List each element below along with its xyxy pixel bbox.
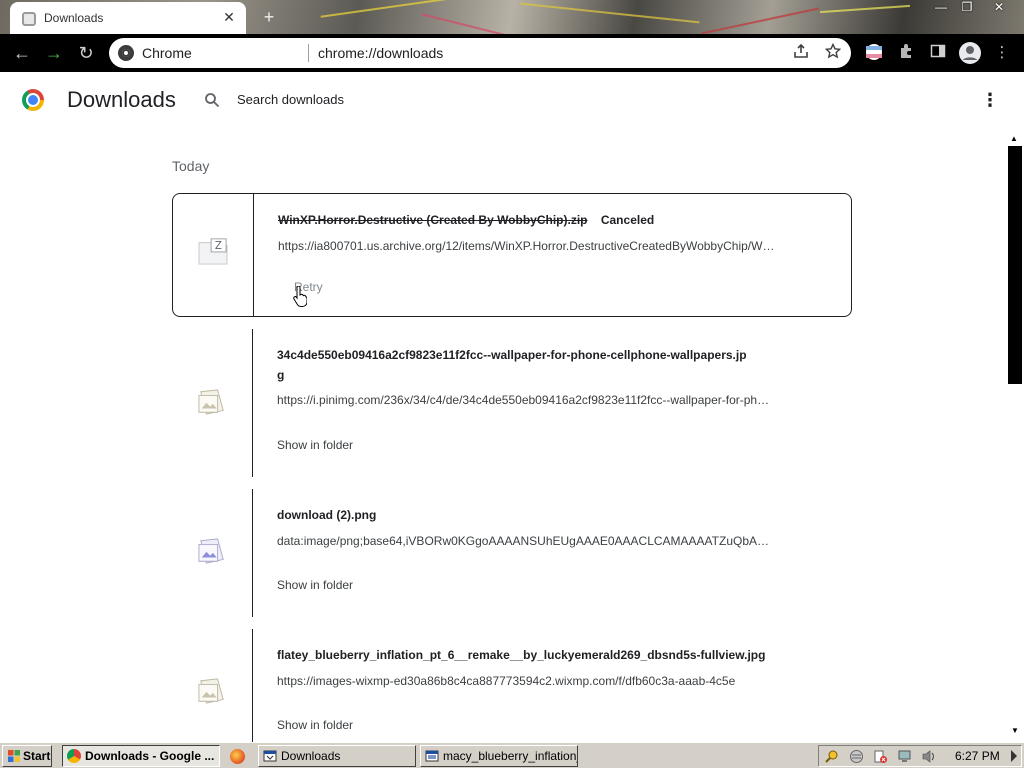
item-divider [252, 629, 253, 742]
zip-file-icon: Z [198, 238, 228, 265]
download-filename[interactable]: download (2).png [277, 505, 777, 525]
image-file-icon [198, 538, 224, 564]
minimize-button[interactable]: — [928, 0, 954, 16]
forward-button[interactable]: → [41, 40, 67, 66]
image-viewer-icon [425, 750, 439, 762]
taskbar-button-label: Downloads [281, 749, 341, 763]
windows-flag-icon [8, 750, 20, 762]
taskbar-button-label: macy_blueberry_inflation_... [443, 749, 577, 763]
download-url[interactable]: https://i.pinimg.com/236x/34/c4/de/34c4d… [277, 393, 775, 407]
filename-line-2[interactable]: g [277, 365, 777, 385]
desktop-toggle-icon[interactable] [1006, 749, 1021, 764]
extensions-puzzle-icon[interactable] [896, 43, 916, 63]
tab-downloads[interactable]: Downloads ✕ [10, 2, 246, 34]
page-title: Downloads [67, 87, 176, 112]
item-divider [252, 489, 253, 617]
address-bar[interactable]: Chrome chrome://downloads [109, 38, 851, 68]
search-tray-icon[interactable] [824, 749, 839, 764]
show-in-folder-link[interactable]: Show in folder [277, 438, 353, 452]
url-text[interactable]: chrome://downloads [318, 45, 443, 61]
download-filename[interactable]: flatey_blueberry_inflation_pt_6__remake_… [277, 645, 797, 665]
taskbar: Start Downloads - Google ... Downloads m… [0, 742, 1024, 768]
taskbar-image-viewer[interactable]: macy_blueberry_inflation_... [420, 745, 578, 767]
extension-flag-icon[interactable] [864, 43, 884, 63]
browser-toolbar: ← → ↻ Chrome chrome://downloads ⋮ [0, 34, 1024, 72]
download-status: Canceled [600, 213, 655, 227]
reload-button[interactable]: ↻ [73, 40, 99, 66]
chrome-icon [118, 45, 134, 61]
scroll-down-arrow-icon[interactable]: ▼ [1011, 726, 1019, 735]
window-close-button[interactable]: ✕ [986, 0, 1012, 16]
scroll-up-arrow-icon[interactable]: ▲ [1010, 134, 1018, 143]
filename-text[interactable]: WinXP.Horror.Destructive (Created By Wob… [278, 213, 588, 227]
download-item: Z WinXP.Horror.Destructive (Created By W… [172, 193, 852, 317]
date-group-label: Today [172, 158, 210, 174]
download-filename[interactable]: WinXP.Horror.Destructive (Created By Wob… [278, 210, 778, 230]
show-in-folder-link[interactable]: Show in folder [277, 718, 353, 732]
download-url[interactable]: https://images-wixmp-ed30a86b8c4ca887773… [277, 674, 775, 688]
security-tray-icon[interactable] [873, 749, 888, 764]
site-chip-label: Chrome [142, 45, 192, 61]
computer-tray-icon[interactable] [897, 749, 912, 764]
download-url[interactable]: data:image/png;base64,iVBORw0KGgoAAAANSU… [277, 534, 775, 548]
tab-title: Downloads [44, 11, 104, 25]
more-actions-icon[interactable]: ⋮ [980, 90, 1000, 110]
download-url[interactable]: https://ia800701.us.archive.org/12/items… [278, 239, 776, 253]
item-divider [252, 329, 253, 477]
tab-close-icon[interactable]: ✕ [220, 8, 238, 26]
network-tray-icon[interactable] [849, 749, 864, 764]
start-label: Start [23, 749, 51, 763]
chrome-taskbar-icon [67, 749, 81, 763]
chrome-menu-icon[interactable]: ⋮ [992, 43, 1012, 63]
omnibox-separator [308, 44, 309, 62]
bookmark-star-icon[interactable] [823, 42, 843, 63]
profile-avatar-icon[interactable] [958, 41, 982, 65]
scrollbar-thumb[interactable] [1008, 146, 1022, 384]
downloads-favicon-icon [22, 12, 36, 26]
taskbar-downloads-folder[interactable]: Downloads [258, 745, 416, 767]
svg-text:Z: Z [215, 240, 222, 252]
download-item: 34c4de550eb09416a2cf9823e11f2fcc--wallpa… [172, 329, 852, 477]
search-icon[interactable] [204, 92, 220, 108]
chrome-logo-icon [22, 89, 44, 111]
filename-line-1[interactable]: 34c4de550eb09416a2cf9823e11f2fcc--wallpa… [277, 345, 777, 365]
system-tray: 6:27 PM [818, 745, 1022, 767]
new-tab-button[interactable]: + [258, 7, 280, 29]
download-filename[interactable]: 34c4de550eb09416a2cf9823e11f2fcc--wallpa… [277, 345, 777, 385]
image-file-icon [198, 678, 224, 704]
show-in-folder-link[interactable]: Show in folder [277, 578, 353, 592]
search-input[interactable]: Search downloads [237, 92, 344, 107]
download-item: download (2).png data:image/png;base64,i… [172, 489, 852, 617]
image-file-icon [198, 389, 224, 415]
system-clock[interactable]: 6:27 PM [955, 749, 1000, 763]
item-divider [253, 194, 254, 316]
tab-strip: Downloads ✕ + — ❐ ✕ [0, 0, 1024, 34]
side-panel-icon[interactable] [928, 43, 948, 63]
folder-window-icon [263, 750, 277, 762]
taskbar-chrome-window[interactable]: Downloads - Google ... [62, 745, 220, 767]
share-icon[interactable] [791, 43, 811, 63]
back-button[interactable]: ← [9, 40, 35, 66]
taskbar-button-label: Downloads - Google ... [85, 749, 215, 763]
downloads-page: Downloads Search downloads ⋮ Today Z Win… [0, 72, 1024, 742]
volume-tray-icon[interactable] [921, 749, 936, 764]
start-button[interactable]: Start [2, 745, 52, 767]
download-item: flatey_blueberry_inflation_pt_6__remake_… [172, 629, 852, 742]
firefox-quicklaunch-icon[interactable] [230, 749, 245, 764]
hand-cursor-icon [293, 286, 307, 307]
maximize-button[interactable]: ❐ [954, 0, 980, 16]
